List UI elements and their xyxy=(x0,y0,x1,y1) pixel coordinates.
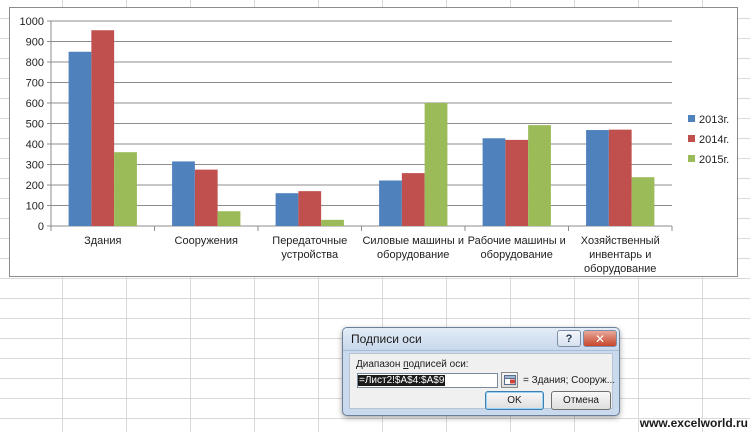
dialog-title: Подписи оси xyxy=(351,332,422,346)
y-tick-label: 100 xyxy=(26,201,44,213)
close-button[interactable]: ✕ xyxy=(583,330,617,347)
axis-labels-dialog: Подписи оси ? ✕ Диапазон подписей оси: =… xyxy=(342,327,620,416)
x-category-label: оборудование xyxy=(481,249,553,261)
bar xyxy=(586,130,609,226)
bar xyxy=(424,103,448,226)
dialog-titlebar[interactable]: Подписи оси ? ✕ xyxy=(343,328,619,351)
y-tick-label: 600 xyxy=(26,98,44,110)
y-tick-label: 800 xyxy=(26,57,44,69)
x-category-label: Силовые машины и xyxy=(362,235,464,247)
x-category-label: устройства xyxy=(281,249,339,261)
chart-area[interactable]: 0 100 200 300 400 500 600 700 800 900 1000 Здания Со… xyxy=(9,7,738,277)
range-label-prefix: Диапазон xyxy=(356,359,404,370)
help-button[interactable]: ? xyxy=(557,330,581,347)
bar xyxy=(172,161,195,226)
x-category-label: Хозяйственный xyxy=(581,235,660,247)
x-category-label: оборудование xyxy=(377,249,449,261)
bar xyxy=(217,211,241,226)
help-icon: ? xyxy=(565,332,573,345)
bar xyxy=(298,191,322,226)
bar xyxy=(321,219,344,226)
range-label: Диапазон подписей оси: xyxy=(356,359,469,370)
x-category-label: Сооружения xyxy=(175,235,238,247)
range-input-value: =Лист2!$A$4:$A$9 xyxy=(358,375,446,386)
range-preview: = Здания; Сооруж... xyxy=(523,375,616,386)
x-category-label: Передаточные xyxy=(272,235,347,247)
watermark: www.excelworld.ru xyxy=(639,416,748,430)
bar xyxy=(114,152,137,226)
x-category-label: оборудование xyxy=(584,263,656,275)
bar xyxy=(608,129,632,226)
bar xyxy=(194,169,218,226)
y-tick-label: 900 xyxy=(26,37,44,49)
y-tick-label: 300 xyxy=(26,160,44,172)
y-tick-label: 200 xyxy=(26,180,44,192)
bar xyxy=(482,138,506,226)
dialog-body: Диапазон подписей оси: =Лист2!$A$4:$A$9 … xyxy=(349,353,616,410)
legend-label: 2013г. xyxy=(699,114,729,126)
y-tick-label: 500 xyxy=(26,119,44,131)
bar xyxy=(401,173,425,226)
x-category-label: Рабочие машины и xyxy=(468,235,566,247)
legend-swatch xyxy=(688,155,695,162)
ok-button[interactable]: OK xyxy=(485,391,544,410)
range-select-icon xyxy=(503,375,516,385)
legend-swatch xyxy=(688,135,695,142)
y-tick-label: 400 xyxy=(26,139,44,151)
y-tick-label: 700 xyxy=(26,78,44,90)
bar xyxy=(91,30,115,226)
x-category-label: Здания xyxy=(84,235,121,247)
range-label-suffix: одписей оси: xyxy=(408,359,469,370)
y-tick-label: 0 xyxy=(38,221,44,233)
legend-label: 2015г. xyxy=(699,154,729,166)
legend-label: 2014г. xyxy=(699,134,729,146)
bar xyxy=(275,193,299,226)
collapse-dialog-button[interactable] xyxy=(501,372,518,388)
legend-swatch xyxy=(688,115,695,122)
bar xyxy=(379,180,402,226)
bar xyxy=(631,177,655,226)
y-tick-label: 1000 xyxy=(20,16,44,28)
close-icon: ✕ xyxy=(594,331,606,346)
bar xyxy=(68,51,92,226)
axis-label-range-input[interactable]: =Лист2!$A$4:$A$9 xyxy=(357,373,498,388)
bar xyxy=(528,125,551,226)
x-category-label: инвентарь и xyxy=(589,249,651,261)
cancel-button[interactable]: Отмена xyxy=(551,391,611,410)
bar xyxy=(505,139,529,226)
clustered-column-chart: 0 100 200 300 400 500 600 700 800 900 1000 Здания Со… xyxy=(20,16,730,275)
